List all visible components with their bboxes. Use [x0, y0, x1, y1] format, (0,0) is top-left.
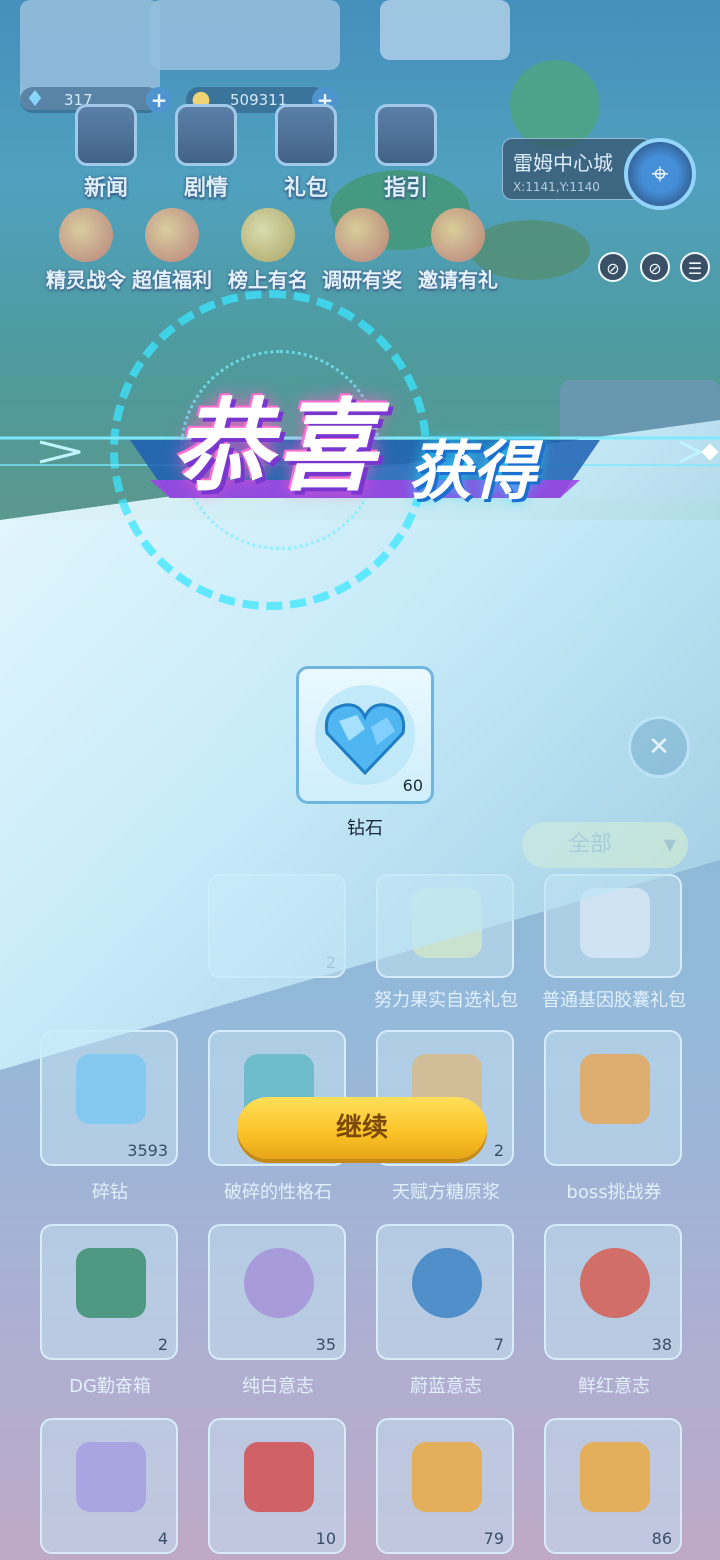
- reward-item-count: 60: [402, 776, 423, 795]
- congrats-title: 恭喜: [172, 388, 380, 505]
- reward-item-card[interactable]: 60: [296, 666, 434, 804]
- obtained-subtitle: 获得: [408, 435, 536, 509]
- close-icon: ✕: [648, 732, 670, 762]
- close-button[interactable]: ✕: [628, 716, 690, 778]
- reward-item-name: 钻石: [347, 818, 383, 839]
- continue-button[interactable]: 继续: [237, 1097, 487, 1159]
